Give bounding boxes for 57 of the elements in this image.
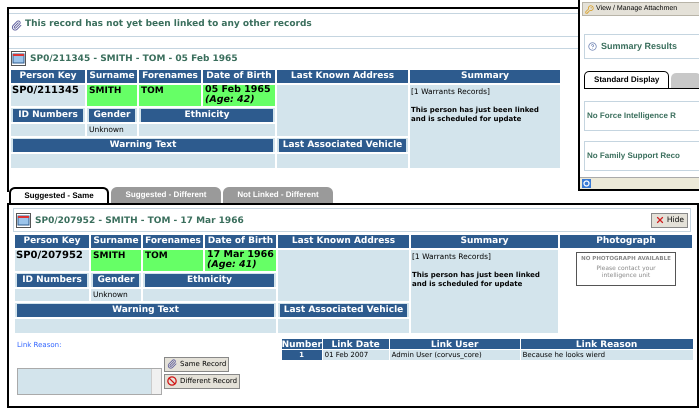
column-header: ID Numbers — [13, 109, 83, 122]
age: (Age: 42) — [205, 95, 256, 105]
record-card-icon — [11, 51, 26, 66]
record-card-icon — [16, 212, 31, 228]
help-icon — [588, 42, 597, 51]
column-header: Summary — [410, 70, 560, 83]
column-header: Forenames — [139, 70, 201, 83]
column-header: Last Known Address — [277, 70, 408, 83]
column-header: Link Date — [322, 339, 389, 349]
paperclip-icon — [11, 20, 22, 30]
column-header: Person Key — [15, 235, 89, 248]
summary-results-title: Summary Results — [601, 40, 678, 53]
link-reason-field[interactable] — [17, 368, 162, 394]
column-header: Warning Text — [17, 304, 274, 317]
column-header: Link Reason — [520, 339, 693, 349]
message-text: No Family Support Reco — [587, 150, 680, 162]
column-header: Gender — [93, 274, 139, 287]
column-header: Last Associated Vehicle — [279, 139, 406, 152]
column-header: Summary — [411, 235, 558, 248]
column-header: Date of Birth — [203, 70, 275, 83]
date-of-birth: 05 Feb 1965 — [205, 85, 272, 95]
browser-logo-icon — [582, 179, 591, 188]
column-header: Link User — [390, 339, 520, 349]
forenames-cell: TOM — [143, 250, 203, 271]
age: (Age: 41) — [207, 260, 258, 270]
surname-cell: SMITH — [91, 250, 141, 271]
column-header: Last Associated Vehicle — [280, 304, 407, 317]
forenames-cell: TOM — [139, 85, 201, 106]
record-title: SP0/211345 - SMITH - TOM - 05 Feb 1965 — [30, 52, 238, 66]
record-title: SP0/207952 - SMITH - TOM - 17 Mar 1966 — [35, 215, 244, 228]
key-icon — [585, 4, 594, 14]
display-tab[interactable]: Standard Display — [584, 71, 670, 88]
scrollbar[interactable] — [151, 368, 161, 394]
column-header: Surname — [91, 235, 141, 248]
column-header: Ethnicity — [141, 109, 273, 122]
tab[interactable]: Suggested - Same — [9, 187, 109, 203]
column-header: Warning Text — [13, 139, 273, 152]
paperclip-icon — [167, 359, 177, 369]
surname-cell: SMITH — [87, 85, 137, 106]
column-header: Surname — [87, 70, 137, 83]
person-key-cell: SP0/211345 — [11, 85, 85, 106]
link-notice: This record has not yet been linked to any other records — [25, 18, 312, 32]
column-header: Photograph — [560, 235, 692, 248]
message-text: No Force Intelligence R — [587, 110, 676, 122]
column-header: Last Known Address — [278, 235, 409, 248]
column-header: Person Key — [11, 70, 85, 83]
tab[interactable] — [671, 73, 699, 88]
column-header: Gender — [89, 109, 135, 122]
date-of-birth: 17 Mar 1966 — [207, 250, 274, 260]
column-header: Ethnicity — [145, 274, 274, 287]
column-header: ID Numbers — [17, 274, 87, 287]
column-header: Date of Birth — [205, 235, 276, 248]
column-header: Number — [282, 339, 322, 349]
person-key-cell: SP0/207952 — [15, 250, 89, 271]
no-entry-icon — [167, 376, 177, 386]
close-icon — [654, 215, 665, 225]
column-header: Forenames — [143, 235, 203, 248]
